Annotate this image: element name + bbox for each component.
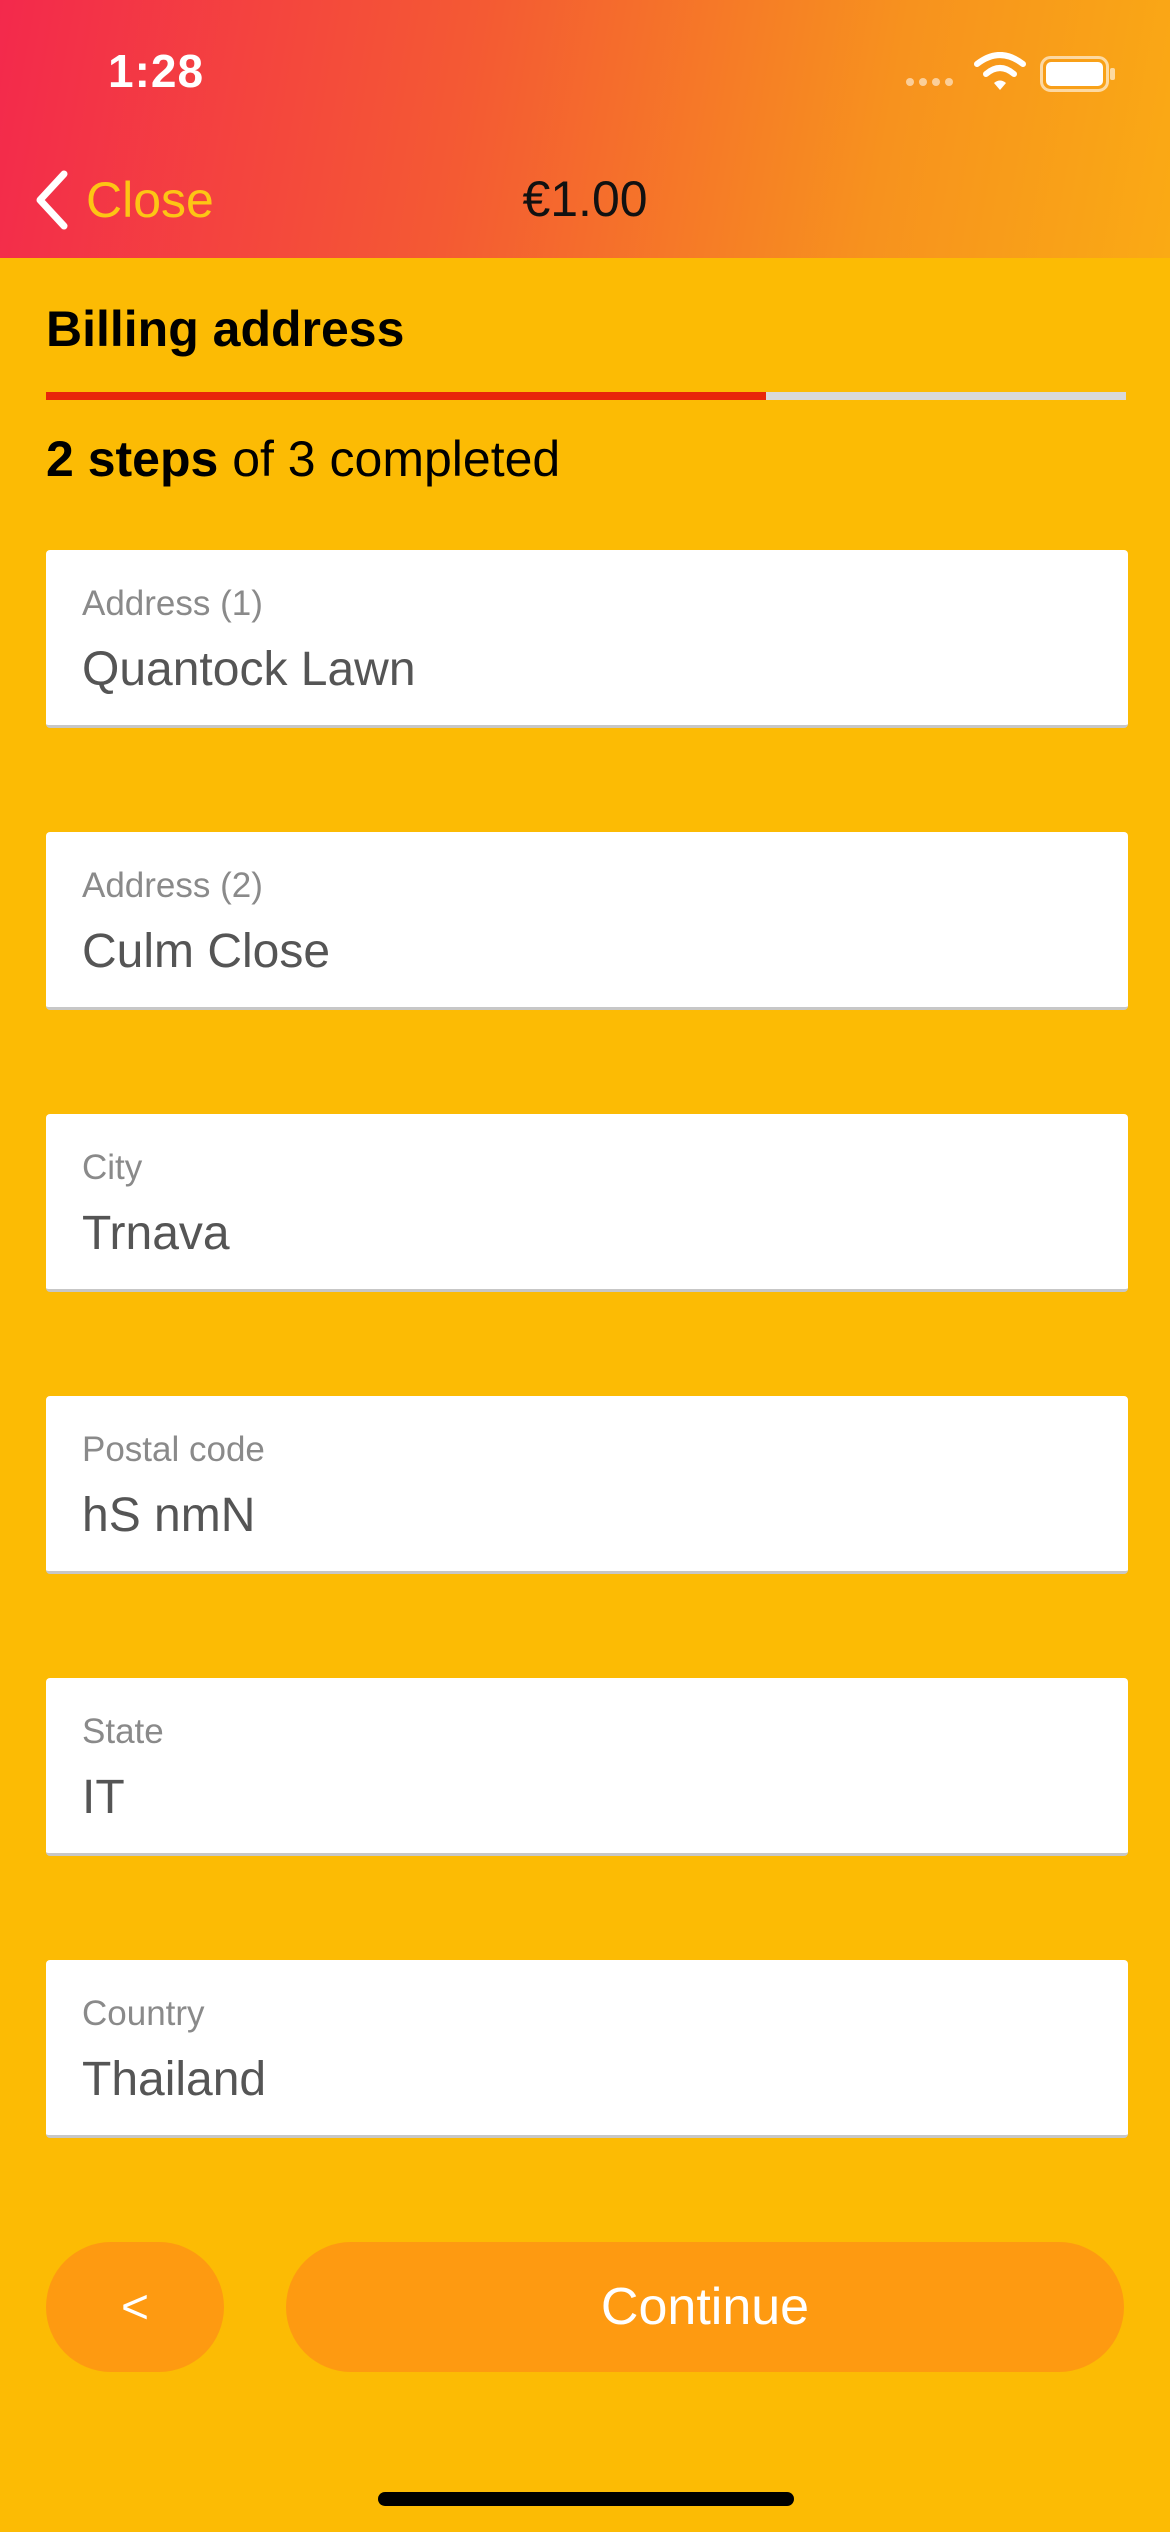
country-input[interactable]	[82, 2052, 1082, 2107]
payment-amount: €1.00	[522, 171, 648, 227]
steps-count: 2 steps	[46, 431, 219, 487]
address-1-field[interactable]: Address (1)	[46, 550, 1128, 728]
address-2-label: Address (2)	[82, 866, 263, 905]
steps-progress-text: 2 steps of 3 completed	[46, 430, 560, 488]
address-2-input[interactable]	[82, 924, 1082, 979]
progress-bar	[46, 392, 1126, 400]
country-field[interactable]: Country	[46, 1960, 1128, 2138]
address-1-label: Address (1)	[82, 584, 263, 623]
status-time: 1:28	[108, 45, 205, 97]
state-input[interactable]	[82, 1770, 1082, 1825]
city-input[interactable]	[82, 1206, 1082, 1261]
state-field[interactable]: State	[46, 1678, 1128, 1856]
postal-code-field[interactable]: Postal code	[46, 1396, 1128, 1574]
progress-fill	[46, 392, 767, 400]
header: 1:28 Close €1.00	[0, 0, 1170, 258]
cellular-signal-icon	[906, 78, 953, 86]
address-1-input[interactable]	[82, 642, 1082, 697]
home-indicator[interactable]	[378, 2492, 794, 2506]
city-label: City	[82, 1148, 143, 1187]
country-label: Country	[82, 1994, 205, 2033]
battery-icon	[1040, 56, 1115, 92]
address-2-field[interactable]: Address (2)	[46, 832, 1128, 1010]
continue-button[interactable]: Continue	[286, 2242, 1124, 2372]
postal-code-input[interactable]	[82, 1488, 1082, 1543]
previous-step-button[interactable]: <	[46, 2242, 224, 2372]
state-label: State	[82, 1712, 164, 1751]
section-title: Billing address	[46, 301, 405, 357]
wifi-icon	[974, 52, 1026, 90]
postal-code-label: Postal code	[82, 1430, 265, 1469]
steps-rest: of 3 completed	[218, 431, 561, 487]
city-field[interactable]: City	[46, 1114, 1128, 1292]
